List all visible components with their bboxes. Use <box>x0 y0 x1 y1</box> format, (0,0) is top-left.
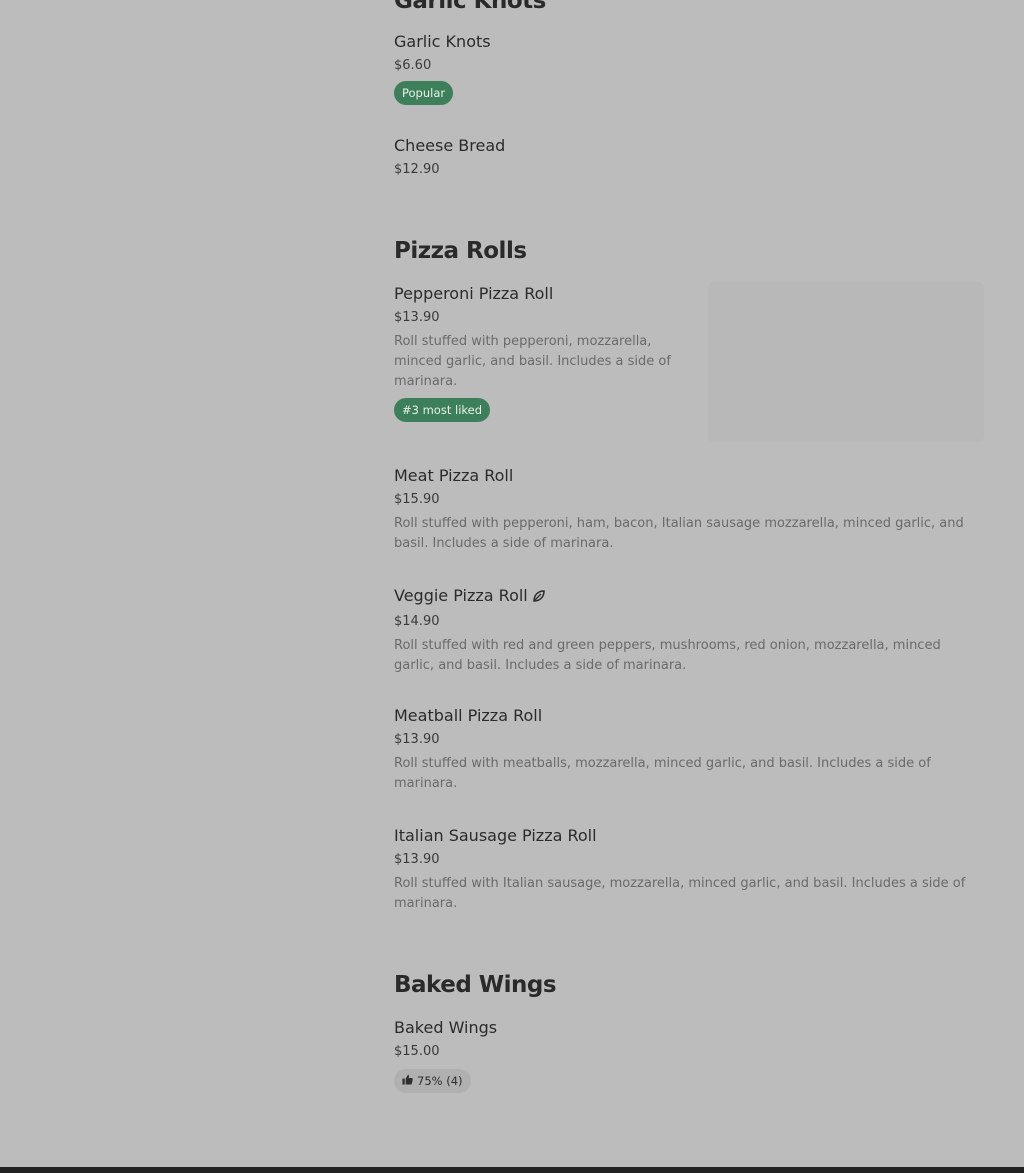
menu-item-meatball-pizza-roll[interactable]: Meatball Pizza Roll $13.90 Roll stuffed … <box>394 706 984 794</box>
item-price: $6.60 <box>394 58 432 73</box>
item-description: Roll stuffed with pepperoni, mozzarella,… <box>394 334 671 389</box>
menu-item-baked-wings[interactable]: Baked Wings $15.00 75% (4) <box>394 1018 984 1093</box>
item-name: Meatball Pizza Roll <box>394 706 543 725</box>
item-description: Roll stuffed with meatballs, mozzarella,… <box>394 756 931 791</box>
item-name: Pepperoni Pizza Roll <box>394 284 554 303</box>
section-title-baked-wings: Baked Wings <box>394 972 557 998</box>
menu-item-meat-pizza-roll[interactable]: Meat Pizza Roll $15.90 Roll stuffed with… <box>394 466 984 554</box>
footer-divider <box>0 1167 1024 1173</box>
item-name: Baked Wings <box>394 1018 498 1037</box>
section-title-garlic-knots: Garlic Knots <box>394 0 546 14</box>
item-description: Roll stuffed with pepperoni, ham, bacon,… <box>394 516 964 551</box>
item-image-placeholder[interactable] <box>708 282 984 442</box>
menu-item-cheese-bread[interactable]: Cheese Bread $12.90 <box>394 136 984 179</box>
item-price: $13.90 <box>394 732 440 747</box>
item-price: $13.90 <box>394 852 440 867</box>
item-price: $13.90 <box>394 310 440 325</box>
item-name: Veggie Pizza Roll <box>394 586 528 605</box>
item-description: Roll stuffed with red and green peppers,… <box>394 638 941 673</box>
thumbs-up-icon <box>402 1074 413 1088</box>
item-name-row: Veggie Pizza Roll <box>394 586 984 608</box>
item-price: $12.90 <box>394 162 440 177</box>
section-title-pizza-rolls: Pizza Rolls <box>394 238 527 264</box>
item-name: Italian Sausage Pizza Roll <box>394 826 597 845</box>
rating-text: 75% (4) <box>417 1074 463 1088</box>
item-name: Cheese Bread <box>394 136 506 155</box>
most-liked-badge: #3 most liked <box>394 398 491 422</box>
rating-badge: 75% (4) <box>394 1069 471 1093</box>
menu-item-italian-sausage-pizza-roll[interactable]: Italian Sausage Pizza Roll $13.90 Roll s… <box>394 826 984 914</box>
item-price: $15.90 <box>394 492 440 507</box>
menu-item-veggie-pizza-roll[interactable]: Veggie Pizza Roll $14.90 Roll stuffed wi… <box>394 586 984 676</box>
leaf-icon <box>532 588 546 608</box>
popular-badge: Popular <box>394 81 454 105</box>
item-description: Roll stuffed with Italian sausage, mozza… <box>394 876 966 911</box>
item-price: $14.90 <box>394 614 440 629</box>
item-name: Meat Pizza Roll <box>394 466 514 485</box>
menu-item-garlic-knots[interactable]: Garlic Knots $6.60 Popular <box>394 32 984 105</box>
menu-item-pepperoni-pizza-roll[interactable]: Pepperoni Pizza Roll $13.90 Roll stuffed… <box>394 284 674 422</box>
item-name: Garlic Knots <box>394 32 491 51</box>
item-price: $15.00 <box>394 1044 440 1059</box>
